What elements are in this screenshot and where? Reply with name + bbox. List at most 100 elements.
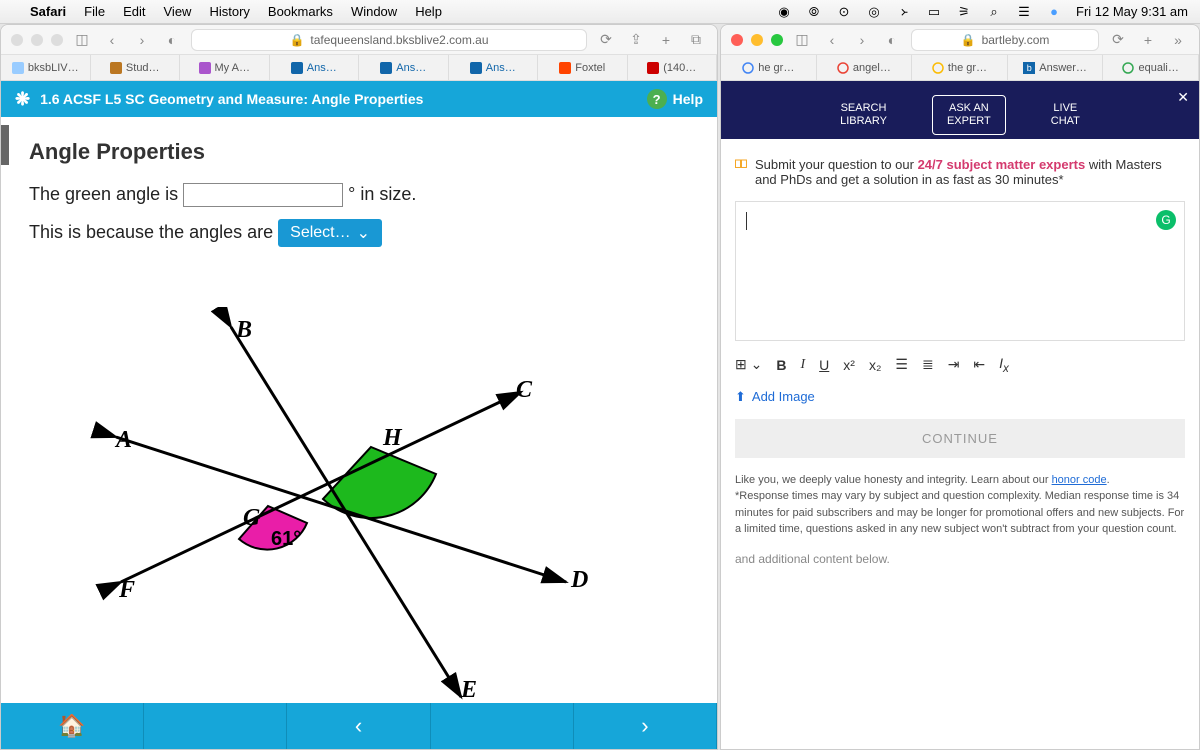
maximize-window-icon[interactable] — [51, 34, 63, 46]
google-favicon — [837, 62, 849, 74]
close-window-icon[interactable] — [731, 34, 743, 46]
tab[interactable]: bAnswer… — [1008, 55, 1104, 80]
sidebar-icon[interactable]: ◫ — [71, 29, 93, 51]
favicon — [470, 62, 482, 74]
bold-button[interactable]: B — [776, 357, 786, 373]
shield-icon[interactable]: ◐ — [161, 29, 183, 51]
bartleby-body: Submit your question to our 24/7 subject… — [721, 139, 1199, 749]
grammarly-icon[interactable]: G — [1156, 210, 1176, 230]
back-icon[interactable]: ‹ — [821, 29, 843, 51]
tab[interactable]: Stud… — [91, 55, 181, 80]
user-icon[interactable]: ● — [1046, 4, 1062, 20]
bluetooth-icon[interactable]: ᚛ — [896, 4, 912, 20]
tab[interactable]: bksbLIV… — [1, 55, 91, 80]
help-button[interactable]: ? Help — [647, 89, 703, 109]
angle-diagram: A B C D E F G H 61° — [61, 307, 621, 712]
forward-icon[interactable]: › — [851, 29, 873, 51]
tabs-overflow-icon[interactable]: » — [1167, 29, 1189, 51]
battery-icon[interactable]: ▭ — [926, 4, 942, 20]
google-favicon — [742, 62, 754, 74]
reload-icon[interactable]: ⟳ — [595, 29, 617, 51]
tab[interactable]: Ans… — [359, 55, 449, 80]
forward-icon[interactable]: › — [131, 29, 153, 51]
titlebar-right: ◫ ‹ › ◐ 🔒 bartleby.com ⟳ + » — [721, 25, 1199, 55]
menu-window[interactable]: Window — [351, 4, 397, 19]
chevron-right-icon: › — [641, 713, 648, 739]
tab[interactable]: Ans… — [449, 55, 539, 80]
numbered-list-button[interactable]: ≣ — [922, 356, 934, 373]
tab[interactable]: My A… — [180, 55, 270, 80]
safari-window-left: ◫ ‹ › ◐ 🔒 tafequeensland.bksblive2.com.a… — [0, 24, 718, 750]
subscript-button[interactable]: x₂ — [869, 357, 881, 373]
honor-code-link[interactable]: honor code — [1052, 474, 1107, 486]
address-bar[interactable]: 🔒 bartleby.com — [911, 29, 1099, 51]
outdent-button[interactable]: ⇤ — [973, 356, 985, 373]
tab[interactable]: angel… — [817, 55, 913, 80]
address-bar[interactable]: 🔒 tafequeensland.bksblive2.com.au — [191, 29, 587, 51]
close-window-icon[interactable] — [11, 34, 23, 46]
format-toolbar: ⊞ ⌄ B I U x² x₂ ☰ ≣ ⇥ ⇤ Ix — [735, 355, 1185, 375]
tab-bar-right: he gr… angel… the gr… bAnswer… equali… — [721, 55, 1199, 81]
tab[interactable]: Ans… — [270, 55, 360, 80]
airdrop-icon[interactable]: ◎ — [866, 4, 882, 20]
angle-reason-select[interactable]: Select… ⌄ — [278, 219, 382, 247]
control-center-icon[interactable]: ☰ — [1016, 4, 1032, 20]
tabs-icon[interactable]: ⧉ — [685, 29, 707, 51]
minimize-window-icon[interactable] — [751, 34, 763, 46]
back-icon[interactable]: ‹ — [101, 29, 123, 51]
menu-file[interactable]: File — [84, 4, 105, 19]
chevron-down-icon: ⌄ — [357, 223, 370, 243]
menu-bookmarks[interactable]: Bookmarks — [268, 4, 333, 19]
minimize-window-icon[interactable] — [31, 34, 43, 46]
add-image-button[interactable]: ⬆ Add Image — [735, 389, 1185, 405]
tab-search-library[interactable]: SEARCH LIBRARY — [825, 95, 902, 135]
underline-button[interactable]: U — [819, 357, 829, 373]
bottom-nav: 🏠 ‹ › — [1, 703, 717, 749]
bullet-list-button[interactable]: ☰ — [895, 356, 908, 373]
menu-history[interactable]: History — [209, 4, 249, 19]
tab[interactable]: the gr… — [912, 55, 1008, 80]
record-icon[interactable]: ⦾ — [806, 4, 822, 20]
new-tab-icon[interactable]: + — [655, 29, 677, 51]
clock[interactable]: Fri 12 May 9:31 am — [1076, 4, 1188, 19]
sidebar-icon[interactable]: ◫ — [791, 29, 813, 51]
next-button[interactable]: › — [574, 703, 717, 749]
search-icon[interactable]: ⌕ — [986, 4, 1002, 20]
continue-button[interactable]: CONTINUE — [735, 419, 1185, 458]
svg-text:F: F — [118, 577, 135, 603]
new-tab-icon[interactable]: + — [1137, 29, 1159, 51]
prev-button[interactable]: ‹ — [287, 703, 430, 749]
angle-size-input[interactable] — [183, 183, 343, 207]
menu-help[interactable]: Help — [415, 4, 442, 19]
page-title: Angle Properties — [29, 139, 689, 165]
additional-content-text: and additional content below. — [735, 552, 1185, 566]
play-icon[interactable]: ⊙ — [836, 4, 852, 20]
menu-edit[interactable]: Edit — [123, 4, 145, 19]
menu-view[interactable]: View — [164, 4, 192, 19]
tab[interactable]: Foxtel — [538, 55, 628, 80]
maximize-window-icon[interactable] — [771, 34, 783, 46]
question-line-1: The green angle is ° in size. — [29, 183, 689, 207]
blank-nav-2[interactable] — [431, 703, 574, 749]
blank-nav-1[interactable] — [144, 703, 287, 749]
table-icon[interactable]: ⊞ ⌄ — [735, 356, 762, 373]
home-button[interactable]: 🏠 — [1, 703, 144, 749]
status-icon[interactable]: ◉ — [776, 4, 792, 20]
tab[interactable]: equali… — [1103, 55, 1199, 80]
question-textarea[interactable]: G — [735, 201, 1185, 341]
superscript-button[interactable]: x² — [843, 357, 855, 373]
shield-icon[interactable]: ◐ — [881, 29, 903, 51]
tab[interactable]: (140… — [628, 55, 718, 80]
book-icon — [735, 157, 747, 173]
app-name[interactable]: Safari — [30, 4, 66, 19]
tab-ask-expert[interactable]: ASK AN EXPERT — [932, 95, 1006, 135]
clear-format-button[interactable]: Ix — [999, 355, 1009, 375]
wifi-icon[interactable]: ⚞ — [956, 4, 972, 20]
tab-live-chat[interactable]: LIVE CHAT — [1036, 95, 1095, 135]
reload-icon[interactable]: ⟳ — [1107, 29, 1129, 51]
svg-text:B: B — [235, 317, 252, 343]
indent-button[interactable]: ⇥ — [948, 356, 960, 373]
tab[interactable]: he gr… — [721, 55, 817, 80]
share-icon[interactable]: ⇪ — [625, 29, 647, 51]
italic-button[interactable]: I — [800, 357, 805, 373]
